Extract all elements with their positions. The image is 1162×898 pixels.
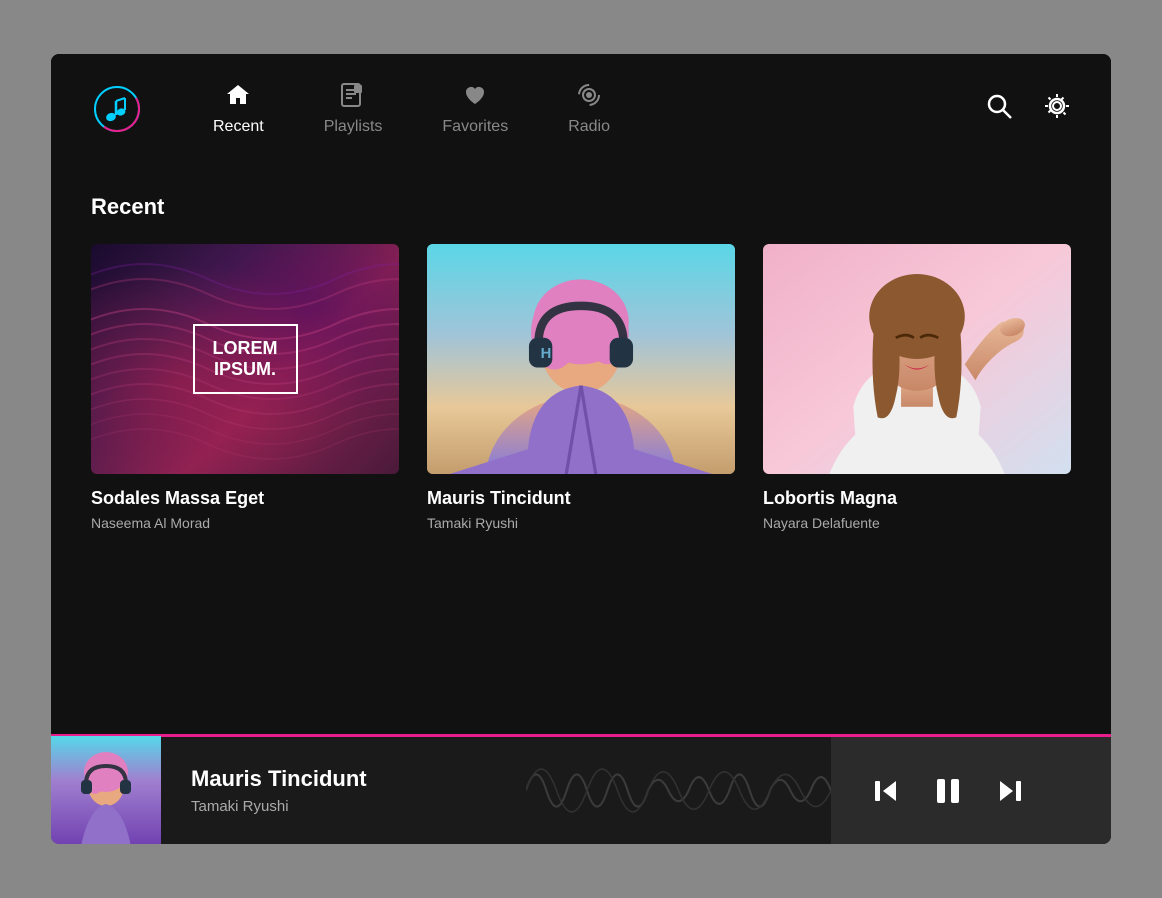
card-subtitle-1: Naseema Al Morad xyxy=(91,515,399,531)
nav-label-recent: Recent xyxy=(213,118,264,136)
nav-item-favorites[interactable]: Favorites xyxy=(412,72,538,146)
next-button[interactable] xyxy=(995,776,1025,806)
nav-label-playlists: Playlists xyxy=(324,118,383,136)
card-image-2: H xyxy=(427,244,735,474)
section-title: Recent xyxy=(91,194,1071,220)
nav-items: Recent ♪ Playlists xyxy=(183,72,985,146)
settings-button[interactable] xyxy=(1043,92,1071,127)
nav-bar: Recent ♪ Playlists xyxy=(51,54,1111,164)
player-artist: Tamaki Ryushi xyxy=(191,798,496,815)
prev-button[interactable] xyxy=(871,776,901,806)
player-info: Mauris Tincidunt Tamaki Ryushi xyxy=(161,766,526,815)
nav-right xyxy=(985,92,1071,127)
nav-label-radio: Radio xyxy=(568,118,610,136)
card-image-1: LOREM IPSUM. xyxy=(91,244,399,474)
app-logo xyxy=(91,83,143,135)
nav-item-playlists[interactable]: ♪ Playlists xyxy=(294,72,413,146)
music-card-1[interactable]: LOREM IPSUM. Sodales Massa Eget Naseema … xyxy=(91,244,399,531)
player-thumbnail xyxy=(51,736,161,845)
player-title: Mauris Tincidunt xyxy=(191,766,496,792)
pause-button[interactable] xyxy=(931,774,965,808)
svg-text:H: H xyxy=(541,346,552,362)
home-icon xyxy=(225,82,251,112)
card-title-2: Mauris Tincidunt xyxy=(427,488,735,509)
player-controls xyxy=(831,737,1111,844)
player-bar: Mauris Tincidunt Tamaki Ryushi xyxy=(51,734,1111,844)
svg-text:♪: ♪ xyxy=(356,86,360,93)
card-title-1: Sodales Massa Eget xyxy=(91,488,399,509)
card-subtitle-2: Tamaki Ryushi xyxy=(427,515,735,531)
playlists-icon: ♪ xyxy=(340,82,366,112)
card-image-3 xyxy=(763,244,1071,474)
search-button[interactable] xyxy=(985,92,1013,127)
nav-item-recent[interactable]: Recent xyxy=(183,72,294,146)
card-title-3: Lobortis Magna xyxy=(763,488,1071,509)
music-card-3[interactable]: Lobortis Magna Nayara Delafuente xyxy=(763,244,1071,531)
radio-icon xyxy=(576,82,602,112)
lorem-text-1: LOREM xyxy=(213,338,278,360)
nav-item-radio[interactable]: Radio xyxy=(538,72,640,146)
heart-icon xyxy=(462,82,488,112)
lorem-text-2: IPSUM. xyxy=(213,359,278,380)
music-card-2[interactable]: H Mauris Tincidunt Tamaki Ryushi xyxy=(427,244,735,531)
nav-label-favorites: Favorites xyxy=(442,118,508,136)
app-container: Recent ♪ Playlists xyxy=(51,54,1111,844)
waveform xyxy=(526,737,831,844)
main-content: Recent xyxy=(51,164,1111,734)
card-subtitle-3: Nayara Delafuente xyxy=(763,515,1071,531)
cards-grid: LOREM IPSUM. Sodales Massa Eget Naseema … xyxy=(91,244,1071,531)
